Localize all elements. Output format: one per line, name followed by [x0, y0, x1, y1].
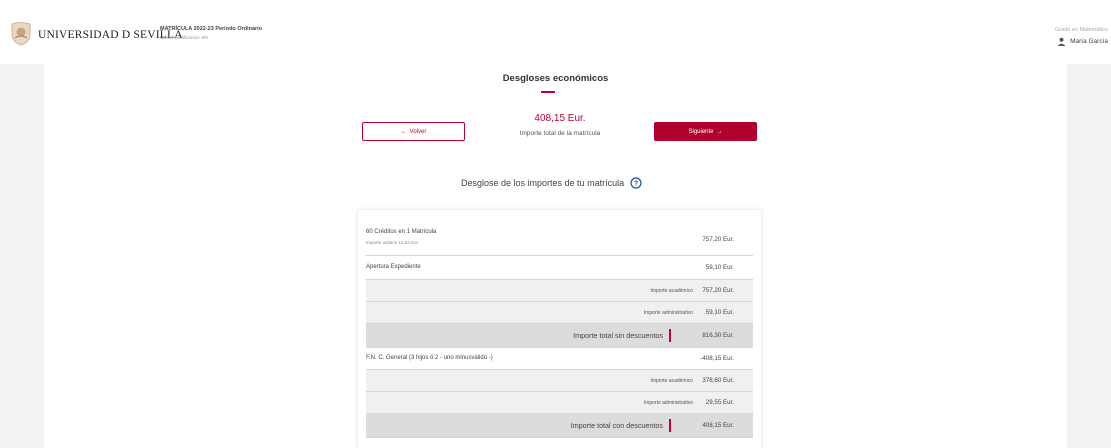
row-amount: 408,15 Eur. [702, 422, 734, 429]
table-row: Importe académico 378,60 Eur. [366, 370, 753, 392]
title-underline [541, 91, 555, 93]
app-header: UNIVERSIDAD D SEVILLA MATRÍCULA 2022-23 … [0, 0, 1111, 64]
matricula-title: MATRÍCULA 2022-23 Periodo Ordinario [160, 26, 263, 32]
total-marker [669, 419, 671, 432]
breakdown-subtitle: Desglose de los importes de tu matrícula… [461, 177, 642, 189]
user-name: María García [1070, 38, 1108, 45]
university-logo-icon[interactable] [8, 20, 34, 46]
degree-label: Grado en Matemático [1055, 27, 1108, 33]
total-marker [669, 329, 671, 342]
row-amount: 757,20 Eur. [702, 236, 734, 243]
total-amount: 408,15 Eur. [534, 113, 586, 124]
row-label: Importe académico [650, 378, 693, 384]
table-row: 60 Créditos en 1 Matrícula Importe unita… [366, 221, 753, 256]
row-label: 60 Créditos en 1 Matrícula [366, 229, 437, 235]
breakdown-table: 60 Créditos en 1 Matrícula Importe unita… [358, 210, 761, 448]
next-button-label: Siguiente [688, 128, 714, 135]
table-row: Importe total con descuentos 408,15 Eur. [366, 414, 753, 438]
page-title: Desgloses económicos [502, 73, 609, 84]
row-label: Importe total con descuentos [570, 421, 663, 430]
table-row: Importe administrativo 29,55 Eur. [366, 392, 753, 414]
table-row: Importe administrativo 59,10 Eur. [366, 302, 753, 324]
row-amount: 59,10 Eur. [705, 264, 734, 271]
table-row: Apertura Expediente 59,10 Eur. [366, 256, 753, 280]
arrow-left-icon: ← [400, 128, 407, 135]
row-label: Importe total sin descuentos [573, 331, 663, 340]
row-amount: 816,30 Eur. [702, 332, 734, 339]
subtitle-text: Desglose de los importes de tu matrícula [461, 178, 625, 188]
next-button[interactable]: Siguiente → [654, 122, 757, 141]
row-amount: 378,60 Eur. [702, 377, 734, 384]
row-amount: 29,55 Eur. [705, 399, 734, 406]
row-amount: 59,10 Eur. [705, 309, 734, 316]
svg-text:?: ? [634, 181, 638, 188]
row-label: Importe académico [650, 288, 693, 294]
user-menu[interactable]: María García [1057, 37, 1108, 46]
table-row: F.N. C. General (3 hijos ó 2 - uno minus… [366, 348, 753, 370]
user-icon [1057, 37, 1066, 46]
help-icon[interactable]: ? [630, 177, 642, 189]
table-row: Importe académico 757,20 Eur. [366, 280, 753, 302]
arrow-right-icon: → [716, 128, 723, 135]
row-amount: 757,20 Eur. [702, 287, 734, 294]
last-modified: Última modificación: 5/8 [160, 35, 208, 40]
table-row: Importe total sin descuentos 816,30 Eur. [366, 324, 753, 348]
back-button[interactable]: ← Volver [362, 122, 465, 141]
row-label: Apertura Expediente [366, 264, 421, 270]
total-label: Importe total de la matrícula [519, 130, 601, 137]
row-unit-price: Importe unitario 12,62 Eur. [366, 240, 420, 245]
back-button-label: Volver [409, 128, 427, 135]
row-label: Importe administrativo [643, 400, 693, 406]
row-amount: -408,15 Eur. [700, 355, 734, 362]
row-label: F.N. C. General (3 hijos ó 2 - uno minus… [366, 355, 493, 361]
row-label: Importe administrativo [643, 310, 693, 316]
